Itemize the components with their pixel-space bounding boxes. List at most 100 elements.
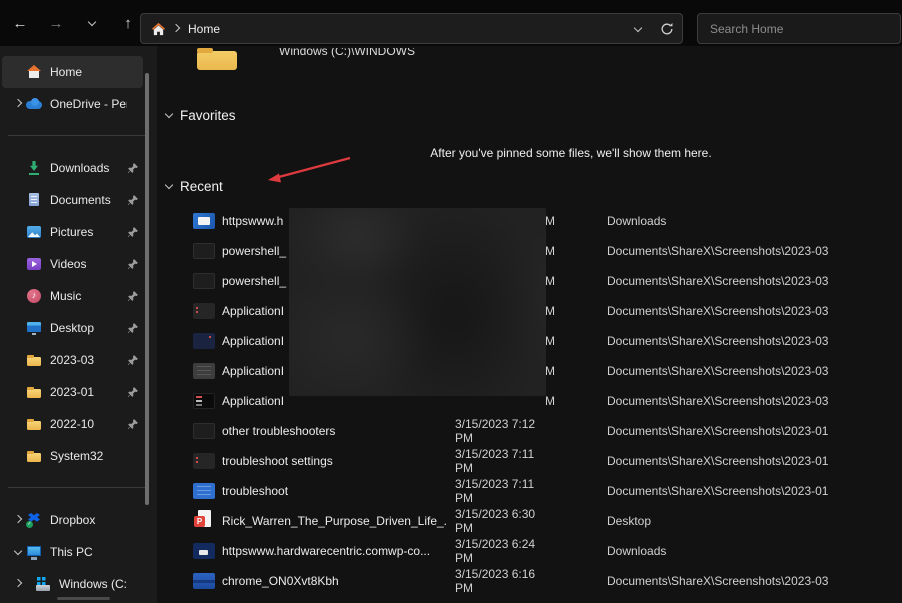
sidebar-item-icon [26,64,42,80]
sidebar-item-documents[interactable]: Documents [2,184,143,216]
chevron-down-icon[interactable] [163,180,175,192]
tile-label: Windows (C:)\WINDOWS [279,48,415,58]
clipped-folder-tile[interactable]: Windows (C:)\WINDOWS [193,46,513,74]
expand-chevron-icon[interactable] [12,578,24,590]
sidebar-item-videos[interactable]: Videos [2,248,143,280]
pin-icon [127,322,139,334]
sidebar: Home OneDrive - Pers Downloads Documents… [0,46,157,603]
file-date-modified: 3/15/2023 6:30 PM [455,507,555,535]
expand-chevron-icon[interactable] [12,514,24,526]
address-bar[interactable]: Home [140,13,683,44]
sidebar-vertical-scrollbar[interactable] [145,73,149,505]
file-thumbnail-icon [193,573,215,589]
sidebar-item-desktop[interactable]: Desktop [2,312,143,344]
sidebar-divider [8,487,145,488]
up-button[interactable]: ↑ [118,13,138,33]
favorites-label: Favorites [180,108,236,123]
sidebar-item-icon [26,352,42,368]
file-explorer-window: ← → ↑ Home [0,0,902,603]
sidebar-item-dropbox[interactable]: Dropbox [2,504,143,536]
back-button[interactable]: ← [10,13,30,33]
annotation-arrow [257,151,467,241]
favorites-header[interactable]: Favorites [163,106,236,124]
sidebar-item-label: This PC [50,545,127,559]
file-name: chrome_ON0Xvt8Kbh [222,574,447,588]
file-thumbnail-icon [193,513,215,529]
sidebar-item-label: Documents [50,193,127,207]
pin-icon [127,290,139,302]
sidebar-item-system32[interactable]: System32 [2,440,143,472]
pin-icon [127,226,139,238]
sidebar-item-label: System32 [50,449,127,463]
sidebar-item-icon [26,256,42,272]
nav-buttons: ← → ↑ [10,0,138,46]
file-row-other-troubleshooters[interactable]: other troubleshooters 3/15/2023 7:12 PM … [193,416,902,446]
file-location: Downloads [607,214,666,228]
file-name: troubleshoot [222,484,447,498]
sidebar-item-icon [26,160,42,176]
recent-header[interactable]: Recent [163,177,223,195]
file-row-rick-warren-the-purpose-driven-life[interactable]: Rick_Warren_The_Purpose_Driven_Life_... … [193,506,902,536]
pin-icon [127,418,139,430]
sidebar-item-downloads[interactable]: Downloads [2,152,143,184]
file-name: Rick_Warren_The_Purpose_Driven_Life_... [222,514,447,528]
sidebar-item-label: Desktop [50,321,127,335]
file-location: Downloads [607,544,666,558]
file-thumbnail-icon [193,273,215,289]
navigation-bar: ← → ↑ Home [0,0,902,46]
expand-chevron-icon[interactable] [12,546,24,558]
pin-icon [127,162,139,174]
sidebar-item-music[interactable]: Music [2,280,143,312]
sidebar-item-2023-03[interactable]: 2023-03 [2,344,143,376]
file-thumbnail-icon [193,543,215,559]
file-thumbnail-icon [193,243,215,259]
sidebar-item-label: OneDrive - Pers [50,97,127,111]
main-content: Windows (C:)\WINDOWS Favorites After you… [157,46,902,603]
file-location: Desktop [607,514,651,528]
file-location: Documents\ShareX\Screenshots\2023-01 [607,484,828,498]
forward-arrow-icon: → [49,15,64,32]
sidebar-item-label: 2023-03 [50,353,127,367]
sidebar-item-icon [26,192,42,208]
file-thumbnail-icon [193,363,215,379]
breadcrumb-home[interactable]: Home [188,22,220,36]
sidebar-item-windows-c[interactable]: Windows (C:) [2,568,143,600]
sidebar-item-label: Dropbox [50,513,127,527]
refresh-icon[interactable] [660,22,674,36]
expand-chevron-icon[interactable] [12,98,24,110]
sidebar-item-2023-01[interactable]: 2023-01 [2,376,143,408]
recent-locations-button[interactable] [82,13,102,33]
file-name: ApplicationI [222,394,447,408]
sidebar-item-label: 2022-10 [50,417,127,431]
file-row-troubleshoot-settings[interactable]: troubleshoot settings 3/15/2023 7:11 PM … [193,446,902,476]
sidebar-item-this-pc[interactable]: This PC [2,536,143,568]
sidebar-group-drives: Dropbox This PC Windows (C:) [0,504,145,600]
sidebar-item-2022-10[interactable]: 2022-10 [2,408,143,440]
file-location: Documents\ShareX\Screenshots\2023-03 [607,364,828,378]
sidebar-item-icon [26,512,42,528]
sidebar-item-label: Videos [50,257,127,271]
sidebar-item-icon [26,416,42,432]
sidebar-item-home[interactable]: Home [2,56,143,88]
pin-icon [127,258,139,270]
pin-icon [127,354,139,366]
chevron-down-icon[interactable] [163,109,175,121]
file-thumbnail-icon [193,453,215,469]
file-name: troubleshoot settings [222,454,447,468]
file-name: other troubleshooters [222,424,447,438]
pin-icon [127,386,139,398]
forward-button[interactable]: → [46,13,66,33]
sidebar-group-top: Home OneDrive - Pers [0,56,145,120]
file-thumbnail-icon [193,393,215,409]
sidebar-horizontal-scrollbar[interactable] [57,597,110,600]
file-row-chrome-on0xvt8kbh[interactable]: chrome_ON0Xvt8Kbh 3/15/2023 6:16 PM Docu… [193,566,902,596]
sidebar-item-icon [26,320,42,336]
file-row-troubleshoot[interactable]: troubleshoot 3/15/2023 7:11 PM Documents… [193,476,902,506]
file-date-modified: 3/15/2023 7:11 PM [455,447,555,475]
search-input[interactable] [708,21,890,37]
address-dropdown-chevron-icon[interactable] [632,23,644,35]
file-row-httpswww-hardwarecentric-comwp-co[interactable]: httpswww.hardwarecentric.comwp-co... 3/1… [193,536,902,566]
sidebar-item-label: Pictures [50,225,127,239]
sidebar-item-onedrive-pers[interactable]: OneDrive - Pers [2,88,143,120]
sidebar-item-pictures[interactable]: Pictures [2,216,143,248]
